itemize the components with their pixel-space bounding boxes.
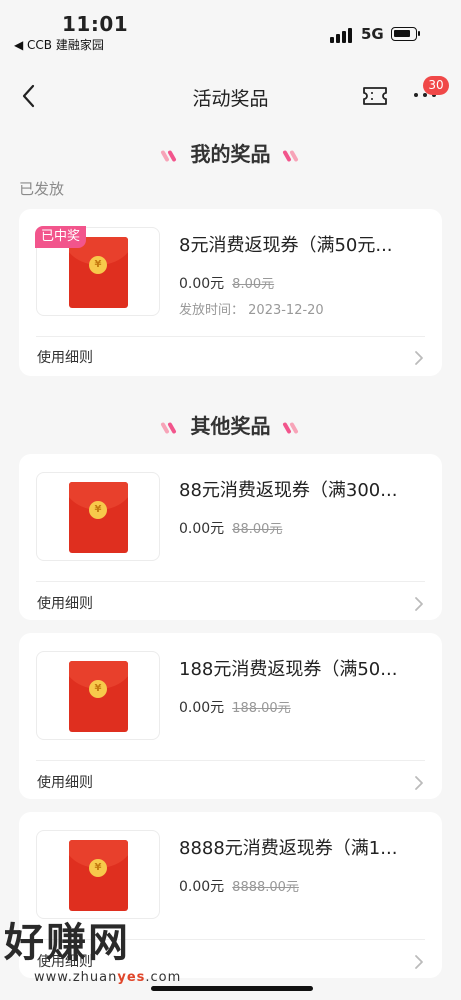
chevron-right-icon[interactable] — [414, 596, 424, 612]
issue-time: 发放时间： 2023-12-20 — [179, 303, 324, 318]
original-price: 8.00元 — [232, 277, 275, 292]
prize-card[interactable]: ¥ 88元消费返现券（满300... 0.00元 88.00元 使用细则 — [19, 454, 442, 620]
prize-thumbnail: ¥ 已中奖 — [35, 226, 160, 316]
red-envelope-icon: ¥ — [69, 840, 128, 911]
divider — [36, 581, 425, 582]
prize-thumbnail: ¥ — [36, 651, 160, 740]
prize-title: 8888元消费返现券（满1... — [179, 838, 398, 859]
prize-title: 188元消费返现券（满50... — [179, 659, 398, 680]
deco-icon — [281, 421, 301, 435]
prize-price: 0.00元 188.00元 — [179, 700, 291, 716]
ticket-icon[interactable] — [362, 86, 388, 106]
issued-label: 已发放 — [19, 180, 65, 198]
watermark-brand: 好赚网 — [4, 920, 130, 966]
section-title-my-prizes: 我的奖品 — [0, 138, 461, 167]
page-title: 活动奖品 — [192, 88, 269, 110]
notification-badge: 30 — [423, 76, 449, 95]
prize-card[interactable]: ¥ 188元消费返现券（满50... 0.00元 188.00元 使用细则 — [19, 633, 442, 799]
usage-rules-link[interactable]: 使用细则 — [37, 772, 93, 792]
prize-thumbnail: ¥ — [36, 830, 160, 919]
prize-price: 0.00元 8888.00元 — [179, 879, 299, 895]
status-time: 11:01 — [62, 12, 129, 36]
prize-price: 0.00元 88.00元 — [179, 521, 283, 537]
network-label: 5G — [361, 25, 384, 43]
nav-bar: 活动奖品 — [0, 68, 461, 124]
usage-rules-link[interactable]: 使用细则 — [37, 347, 93, 367]
battery-icon — [391, 27, 420, 41]
prize-title: 88元消费返现券（满300... — [179, 480, 398, 501]
prize-card[interactable]: ¥ 已中奖 8元消费返现券（满50元... 0.00元 8.00元 发放时间： 2… — [19, 209, 442, 376]
divider — [36, 336, 425, 337]
original-price: 8888.00元 — [232, 880, 299, 895]
deco-icon — [281, 149, 301, 163]
deco-icon — [159, 421, 179, 435]
home-indicator[interactable] — [151, 986, 313, 991]
original-price: 188.00元 — [232, 701, 291, 716]
section-heading-text: 我的奖品 — [190, 142, 271, 166]
back-to-app-link[interactable]: ◀ CCB 建融家园 — [14, 36, 104, 53]
section-heading-text: 其他奖品 — [190, 414, 271, 438]
signal-icon — [330, 27, 352, 43]
section-title-other-prizes: 其他奖品 — [0, 410, 461, 439]
watermark-url: www.zhuanyes.com — [34, 970, 182, 985]
chevron-right-icon[interactable] — [414, 954, 424, 970]
prize-thumbnail: ¥ — [36, 472, 160, 561]
chevron-right-icon[interactable] — [414, 350, 424, 366]
red-envelope-icon: ¥ — [69, 482, 128, 553]
won-tag: 已中奖 — [35, 226, 87, 248]
chevron-right-icon[interactable] — [414, 775, 424, 791]
status-bar: 11:01 ◀ CCB 建融家园 5G — [0, 0, 461, 58]
original-price: 88.00元 — [232, 522, 283, 537]
prize-title: 8元消费返现券（满50元... — [179, 235, 393, 256]
divider — [36, 760, 425, 761]
usage-rules-link[interactable]: 使用细则 — [37, 593, 93, 613]
prize-price: 0.00元 8.00元 — [179, 276, 275, 292]
deco-icon — [159, 149, 179, 163]
red-envelope-icon: ¥ — [69, 661, 128, 732]
